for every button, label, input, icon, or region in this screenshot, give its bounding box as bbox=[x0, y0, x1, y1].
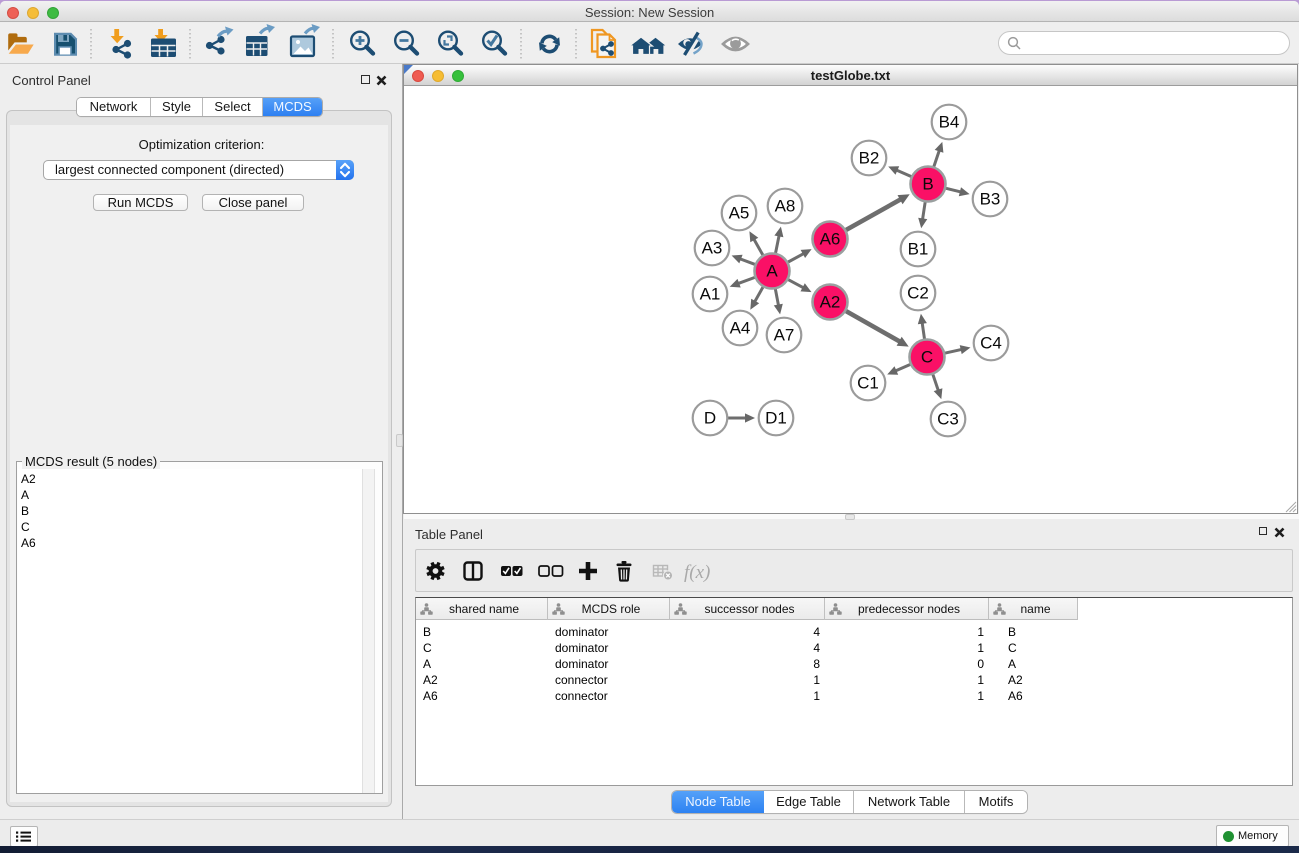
svg-text:A7: A7 bbox=[774, 326, 795, 345]
svg-text:C2: C2 bbox=[907, 284, 929, 303]
svg-text:A6: A6 bbox=[820, 230, 841, 249]
svg-text:C3: C3 bbox=[937, 410, 959, 429]
svg-text:A1: A1 bbox=[700, 285, 721, 304]
svg-text:A3: A3 bbox=[702, 239, 723, 258]
svg-text:A: A bbox=[766, 262, 778, 281]
svg-text:B: B bbox=[922, 175, 933, 194]
svg-text:C: C bbox=[921, 348, 933, 367]
svg-text:A4: A4 bbox=[730, 319, 751, 338]
svg-text:A5: A5 bbox=[729, 204, 750, 223]
svg-text:B1: B1 bbox=[908, 240, 929, 259]
svg-text:A8: A8 bbox=[775, 197, 796, 216]
svg-text:C1: C1 bbox=[857, 374, 879, 393]
svg-text:C4: C4 bbox=[980, 334, 1002, 353]
svg-text:B2: B2 bbox=[859, 149, 880, 168]
svg-text:f(x): f(x) bbox=[684, 562, 710, 583]
svg-text:A2: A2 bbox=[820, 293, 841, 312]
svg-text:B3: B3 bbox=[980, 190, 1001, 209]
svg-text:D1: D1 bbox=[765, 409, 787, 428]
svg-text:D: D bbox=[704, 409, 716, 428]
svg-text:B4: B4 bbox=[939, 113, 960, 132]
